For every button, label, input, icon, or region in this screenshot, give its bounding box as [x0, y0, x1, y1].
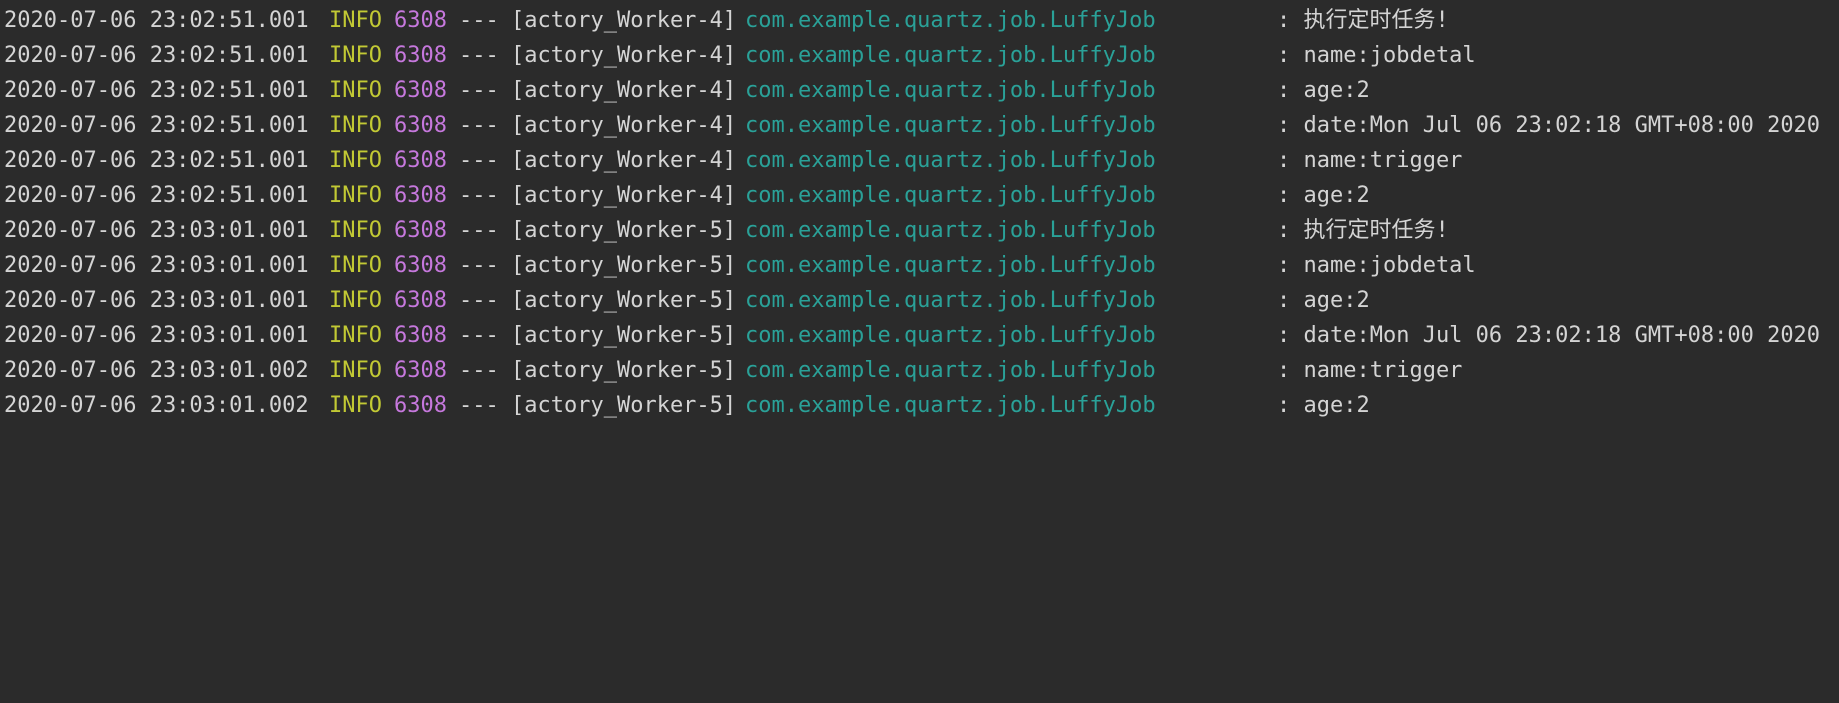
log-level: INFO	[329, 8, 382, 33]
log-thread: [actory_Worker-4]	[511, 8, 737, 33]
log-separator: ---	[459, 113, 499, 138]
log-message: : age:2	[1277, 183, 1370, 208]
log-pid: 6308	[394, 288, 447, 313]
log-logger-link[interactable]: com.example.quartz.job.LuffyJob	[745, 108, 1156, 143]
log-logger-link[interactable]: com.example.quartz.job.LuffyJob	[745, 143, 1156, 178]
log-separator: ---	[459, 393, 499, 418]
log-level: INFO	[329, 113, 382, 138]
log-message: : date:Mon Jul 06 23:02:18 GMT+08:00 202…	[1277, 113, 1821, 138]
log-separator: ---	[459, 78, 499, 103]
log-thread: [actory_Worker-5]	[511, 253, 737, 278]
log-separator: ---	[459, 218, 499, 243]
log-line: 2020-07-06 23:03:01.001 INFO 6308 --- [a…	[0, 248, 1839, 283]
log-thread: [actory_Worker-4]	[511, 148, 737, 173]
log-line: 2020-07-06 23:03:01.002 INFO 6308 --- [a…	[0, 353, 1839, 388]
log-logger-link[interactable]: com.example.quartz.job.LuffyJob	[745, 248, 1156, 283]
log-level: INFO	[329, 78, 382, 103]
log-timestamp: 2020-07-06 23:02:51.001	[4, 43, 309, 68]
log-pid: 6308	[394, 148, 447, 173]
log-timestamp: 2020-07-06 23:02:51.001	[4, 148, 309, 173]
log-level: INFO	[329, 358, 382, 383]
log-pid: 6308	[394, 393, 447, 418]
log-thread: [actory_Worker-5]	[511, 393, 737, 418]
log-separator: ---	[459, 288, 499, 313]
log-separator: ---	[459, 183, 499, 208]
log-logger-link[interactable]: com.example.quartz.job.LuffyJob	[745, 38, 1156, 73]
log-thread: [actory_Worker-5]	[511, 288, 737, 313]
log-line: 2020-07-06 23:03:01.001 INFO 6308 --- [a…	[0, 318, 1839, 353]
log-message: : age:2	[1277, 393, 1370, 418]
log-thread: [actory_Worker-4]	[511, 113, 737, 138]
log-timestamp: 2020-07-06 23:03:01.001	[4, 288, 309, 313]
log-message: : age:2	[1277, 78, 1370, 103]
log-timestamp: 2020-07-06 23:02:51.001	[4, 183, 309, 208]
log-separator: ---	[459, 253, 499, 278]
log-level: INFO	[329, 148, 382, 173]
log-logger-link[interactable]: com.example.quartz.job.LuffyJob	[745, 73, 1156, 108]
log-line: 2020-07-06 23:02:51.001 INFO 6308 --- [a…	[0, 178, 1839, 213]
log-separator: ---	[459, 148, 499, 173]
log-pid: 6308	[394, 323, 447, 348]
log-line: 2020-07-06 23:03:01.001 INFO 6308 --- [a…	[0, 283, 1839, 318]
log-level: INFO	[329, 393, 382, 418]
log-pid: 6308	[394, 358, 447, 383]
log-pid: 6308	[394, 113, 447, 138]
log-message: : 执行定时任务!	[1277, 8, 1449, 33]
log-thread: [actory_Worker-5]	[511, 218, 737, 243]
log-line: 2020-07-06 23:02:51.001 INFO 6308 --- [a…	[0, 38, 1839, 73]
log-pid: 6308	[394, 253, 447, 278]
log-logger-link[interactable]: com.example.quartz.job.LuffyJob	[745, 283, 1156, 318]
log-logger-link[interactable]: com.example.quartz.job.LuffyJob	[745, 388, 1156, 423]
log-message: : name:jobdetal	[1277, 43, 1476, 68]
log-level: INFO	[329, 288, 382, 313]
log-timestamp: 2020-07-06 23:02:51.001	[4, 113, 309, 138]
log-pid: 6308	[394, 183, 447, 208]
log-thread: [actory_Worker-4]	[511, 78, 737, 103]
log-separator: ---	[459, 8, 499, 33]
log-level: INFO	[329, 43, 382, 68]
log-timestamp: 2020-07-06 23:03:01.002	[4, 358, 309, 383]
log-thread: [actory_Worker-5]	[511, 358, 737, 383]
log-level: INFO	[329, 218, 382, 243]
log-level: INFO	[329, 183, 382, 208]
log-line: 2020-07-06 23:02:51.001 INFO 6308 --- [a…	[0, 108, 1839, 143]
log-level: INFO	[329, 253, 382, 278]
log-logger-link[interactable]: com.example.quartz.job.LuffyJob	[745, 318, 1156, 353]
log-timestamp: 2020-07-06 23:03:01.001	[4, 323, 309, 348]
log-logger-link[interactable]: com.example.quartz.job.LuffyJob	[745, 3, 1156, 38]
log-timestamp: 2020-07-06 23:02:51.001	[4, 78, 309, 103]
log-pid: 6308	[394, 218, 447, 243]
log-separator: ---	[459, 358, 499, 383]
log-timestamp: 2020-07-06 23:03:01.001	[4, 253, 309, 278]
log-pid: 6308	[394, 8, 447, 33]
log-logger-link[interactable]: com.example.quartz.job.LuffyJob	[745, 213, 1156, 248]
log-logger-link[interactable]: com.example.quartz.job.LuffyJob	[745, 353, 1156, 388]
log-timestamp: 2020-07-06 23:03:01.002	[4, 393, 309, 418]
log-message: : name:trigger	[1277, 148, 1463, 173]
log-line: 2020-07-06 23:02:51.001 INFO 6308 --- [a…	[0, 3, 1839, 38]
log-level: INFO	[329, 323, 382, 348]
log-message: : name:trigger	[1277, 358, 1463, 383]
log-thread: [actory_Worker-5]	[511, 323, 737, 348]
log-message: : date:Mon Jul 06 23:02:18 GMT+08:00 202…	[1277, 323, 1821, 348]
log-separator: ---	[459, 323, 499, 348]
log-line: 2020-07-06 23:02:51.001 INFO 6308 --- [a…	[0, 143, 1839, 178]
log-thread: [actory_Worker-4]	[511, 43, 737, 68]
log-message: : age:2	[1277, 288, 1370, 313]
log-pid: 6308	[394, 43, 447, 68]
log-thread: [actory_Worker-4]	[511, 183, 737, 208]
log-message: : 执行定时任务!	[1277, 218, 1449, 243]
log-logger-link[interactable]: com.example.quartz.job.LuffyJob	[745, 178, 1156, 213]
log-line: 2020-07-06 23:02:51.001 INFO 6308 --- [a…	[0, 73, 1839, 108]
log-timestamp: 2020-07-06 23:02:51.001	[4, 8, 309, 33]
log-pid: 6308	[394, 78, 447, 103]
log-message: : name:jobdetal	[1277, 253, 1476, 278]
log-separator: ---	[459, 43, 499, 68]
log-line: 2020-07-06 23:03:01.001 INFO 6308 --- [a…	[0, 213, 1839, 248]
log-timestamp: 2020-07-06 23:03:01.001	[4, 218, 309, 243]
log-line: 2020-07-06 23:03:01.002 INFO 6308 --- [a…	[0, 388, 1839, 423]
console-output[interactable]: 2020-07-06 23:02:51.001 INFO 6308 --- [a…	[0, 0, 1839, 426]
